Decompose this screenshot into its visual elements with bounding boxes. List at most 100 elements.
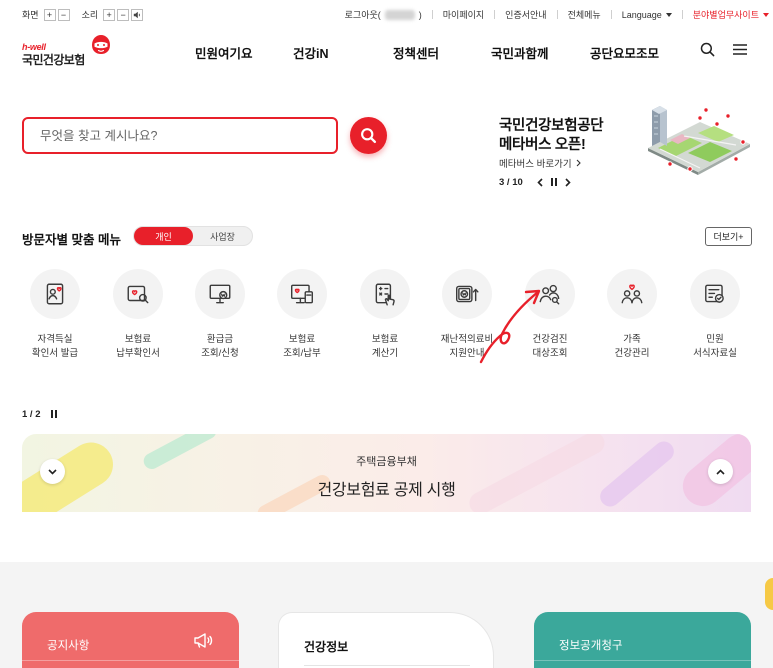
- logo-name: 국민건강보험: [22, 53, 85, 67]
- more-button[interactable]: 더보기+: [705, 227, 752, 246]
- chevron-right-icon: [565, 177, 571, 187]
- metaverse-link-label: 메타버스 바로가기: [499, 159, 572, 170]
- menu-item-label: 민원: [706, 334, 724, 345]
- banner-next-button[interactable]: [708, 459, 733, 484]
- promo-title-line2: 메타버스 오픈!: [499, 137, 586, 153]
- screen-zoom-out-button[interactable]: −: [57, 8, 70, 21]
- menu-icon-circle: [30, 269, 80, 319]
- site-logo[interactable]: h-well 국민건강보험: [22, 34, 114, 67]
- sound-toggle-button[interactable]: [131, 8, 144, 21]
- search-input[interactable]: [22, 117, 338, 154]
- mascot-icon: [90, 34, 112, 55]
- calculator-icon: [372, 281, 398, 307]
- banner-subtitle: 주택금융부채: [356, 456, 417, 468]
- search-icon: [700, 42, 715, 57]
- menu-item-civil-forms[interactable]: 민원 서식자료실: [674, 269, 756, 361]
- menu-item-label: 보험료: [371, 334, 399, 345]
- caret-down-icon: [763, 12, 769, 17]
- family-icon: [619, 281, 645, 307]
- metaverse-map-illustration[interactable]: [640, 102, 752, 176]
- menu-item-family-health[interactable]: 가족 건강관리: [591, 269, 673, 361]
- promo-pager-count: 3 / 10: [499, 176, 523, 188]
- nav-policy-center[interactable]: 정책센터: [393, 43, 439, 62]
- divider: [494, 10, 496, 19]
- field-sites-label: 분야별업무사이트: [692, 10, 759, 20]
- volume-down-button[interactable]: −: [117, 8, 130, 21]
- notice-card[interactable]: 공지사항: [22, 612, 239, 668]
- screen-zoom-in-button[interactable]: +: [43, 8, 56, 21]
- health-info-card[interactable]: 건강정보: [278, 612, 494, 668]
- search-submit-button[interactable]: [350, 117, 387, 154]
- menu-item-qualification-certificate[interactable]: 자격득실 확인서 발급: [14, 269, 96, 361]
- divider: [556, 10, 558, 19]
- menu-pause-button[interactable]: [49, 408, 59, 420]
- menu-icon-circle: [525, 269, 575, 319]
- menu-pager-count: 1 / 2: [22, 408, 41, 420]
- menu-item-premium-calculator[interactable]: 보험료 계산기: [344, 269, 426, 361]
- info-disclosure-card[interactable]: 정보공개청구: [534, 612, 751, 668]
- menu-item-catastrophic-medical-support[interactable]: 재난적의료비 지원안내: [426, 269, 508, 361]
- promo-prev-button[interactable]: [535, 176, 545, 188]
- megaphone-icon: [193, 632, 213, 649]
- menu-item-label: 보험료: [124, 334, 152, 345]
- menu-item-label: 가족: [623, 334, 641, 345]
- menu-item-label: 자격득실: [37, 334, 73, 345]
- mypage-link[interactable]: 마이페이지: [443, 8, 484, 21]
- all-menu-link[interactable]: 전체메뉴: [568, 8, 601, 21]
- nav-with-citizens[interactable]: 국민과함께: [491, 43, 549, 62]
- document-search-icon: [125, 281, 151, 307]
- menu-icon-circle: [607, 269, 657, 319]
- menu-pager: 1 / 2: [22, 408, 59, 420]
- divider: [22, 660, 239, 661]
- metaverse-link[interactable]: 메타버스 바로가기: [499, 156, 581, 170]
- divider: [534, 660, 751, 661]
- nav-civil-service[interactable]: 민원여기요: [195, 43, 253, 62]
- tab-individual[interactable]: 개인: [134, 227, 193, 245]
- utility-nav: 로그아웃( ) 마이페이지 인증서안내 전체메뉴 Language 분야별업무사…: [345, 8, 769, 21]
- chevron-right-icon: [576, 159, 581, 167]
- language-dropdown[interactable]: Language: [622, 10, 672, 20]
- volume-up-button[interactable]: +: [103, 8, 116, 21]
- menu-item-refund[interactable]: 환급금 조회/신청: [179, 269, 261, 361]
- pause-icon: [550, 178, 557, 186]
- custom-menu-title: 방문자별 맞춤 메뉴: [22, 233, 121, 247]
- field-sites-dropdown[interactable]: 분야별업무사이트: [693, 8, 769, 21]
- floating-decoration: [765, 578, 773, 610]
- menu-item-premium-receipt[interactable]: 보험료 납부확인서: [97, 269, 179, 361]
- certificate-icon: [42, 281, 68, 307]
- banner-decoration: [465, 434, 609, 512]
- notice-banner[interactable]: 주택금융부채 건강보험료 공제 시행: [22, 434, 751, 512]
- sound-label: 소리: [81, 10, 99, 20]
- menu-item-label: 확인서 발급: [31, 348, 79, 359]
- menu-item-label: 보험료: [288, 334, 316, 345]
- nav-health-in[interactable]: 건강iN: [293, 43, 329, 62]
- promo-next-button[interactable]: [563, 176, 573, 188]
- logout-label: 로그아웃(: [344, 10, 381, 20]
- menu-item-label: 환급금: [206, 334, 234, 345]
- menu-item-health-checkup-lookup[interactable]: 건강검진 대상조회: [509, 269, 591, 361]
- menu-item-label: 납부확인서: [116, 348, 160, 359]
- logout-link[interactable]: 로그아웃( ): [345, 8, 422, 21]
- certificate-guide-link[interactable]: 인증서안내: [505, 8, 546, 21]
- menu-icon-circle: [360, 269, 410, 319]
- user-name-redacted: [384, 9, 415, 20]
- chevron-up-icon: [716, 468, 725, 475]
- hamburger-icon: [733, 43, 747, 55]
- tab-business[interactable]: 사업장: [193, 227, 252, 245]
- promo-pause-button[interactable]: [549, 176, 559, 188]
- nav-about-nhis[interactable]: 공단요모조모: [590, 43, 659, 62]
- menu-item-label: 조회/납부: [283, 348, 321, 359]
- menu-item-label: 지원안내: [449, 348, 485, 359]
- visitor-type-toggle: 개인 사업장: [133, 226, 253, 246]
- divider: [431, 10, 433, 19]
- chevron-left-icon: [537, 177, 543, 187]
- menu-item-label: 건강검진: [532, 334, 568, 345]
- payment-device-icon: [289, 281, 315, 307]
- menu-item-label: 건강관리: [614, 348, 650, 359]
- banner-decoration: [22, 434, 122, 512]
- hamburger-menu-button[interactable]: [732, 42, 748, 56]
- menu-icon-circle: [113, 269, 163, 319]
- header-search-button[interactable]: [699, 41, 715, 57]
- menu-item-premium-payment[interactable]: 보험료 조회/납부: [261, 269, 343, 361]
- divider: [681, 10, 683, 19]
